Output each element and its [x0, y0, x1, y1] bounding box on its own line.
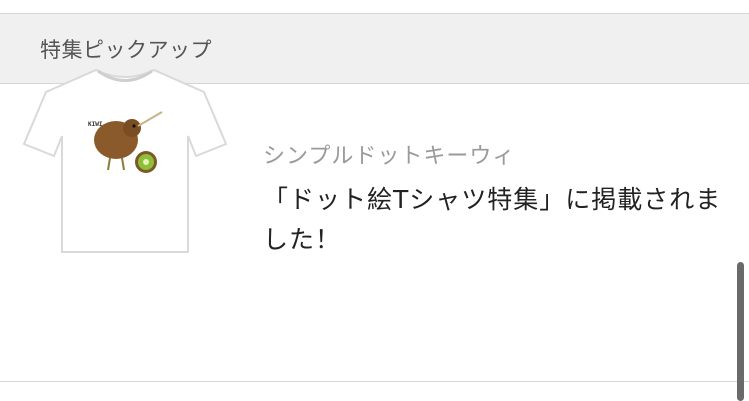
scrollbar[interactable]: [737, 262, 744, 401]
pickup-headline[interactable]: 「ドット絵Tシャツ特集」に掲載されました！: [263, 180, 733, 260]
section-divider: [0, 381, 749, 382]
kiwi-fruit-core: [143, 159, 149, 165]
kiwi-bird-head: [123, 119, 141, 137]
tshirt-kiwi-image[interactable]: KIWI: [18, 56, 232, 256]
top-spacer: [0, 0, 749, 13]
kiwi-bird-eye: [132, 124, 136, 128]
kiwi-print-text: KIWI: [88, 121, 103, 128]
shop-name[interactable]: シンプルドットキーウィ: [263, 138, 515, 170]
tshirt-body: [22, 68, 228, 253]
